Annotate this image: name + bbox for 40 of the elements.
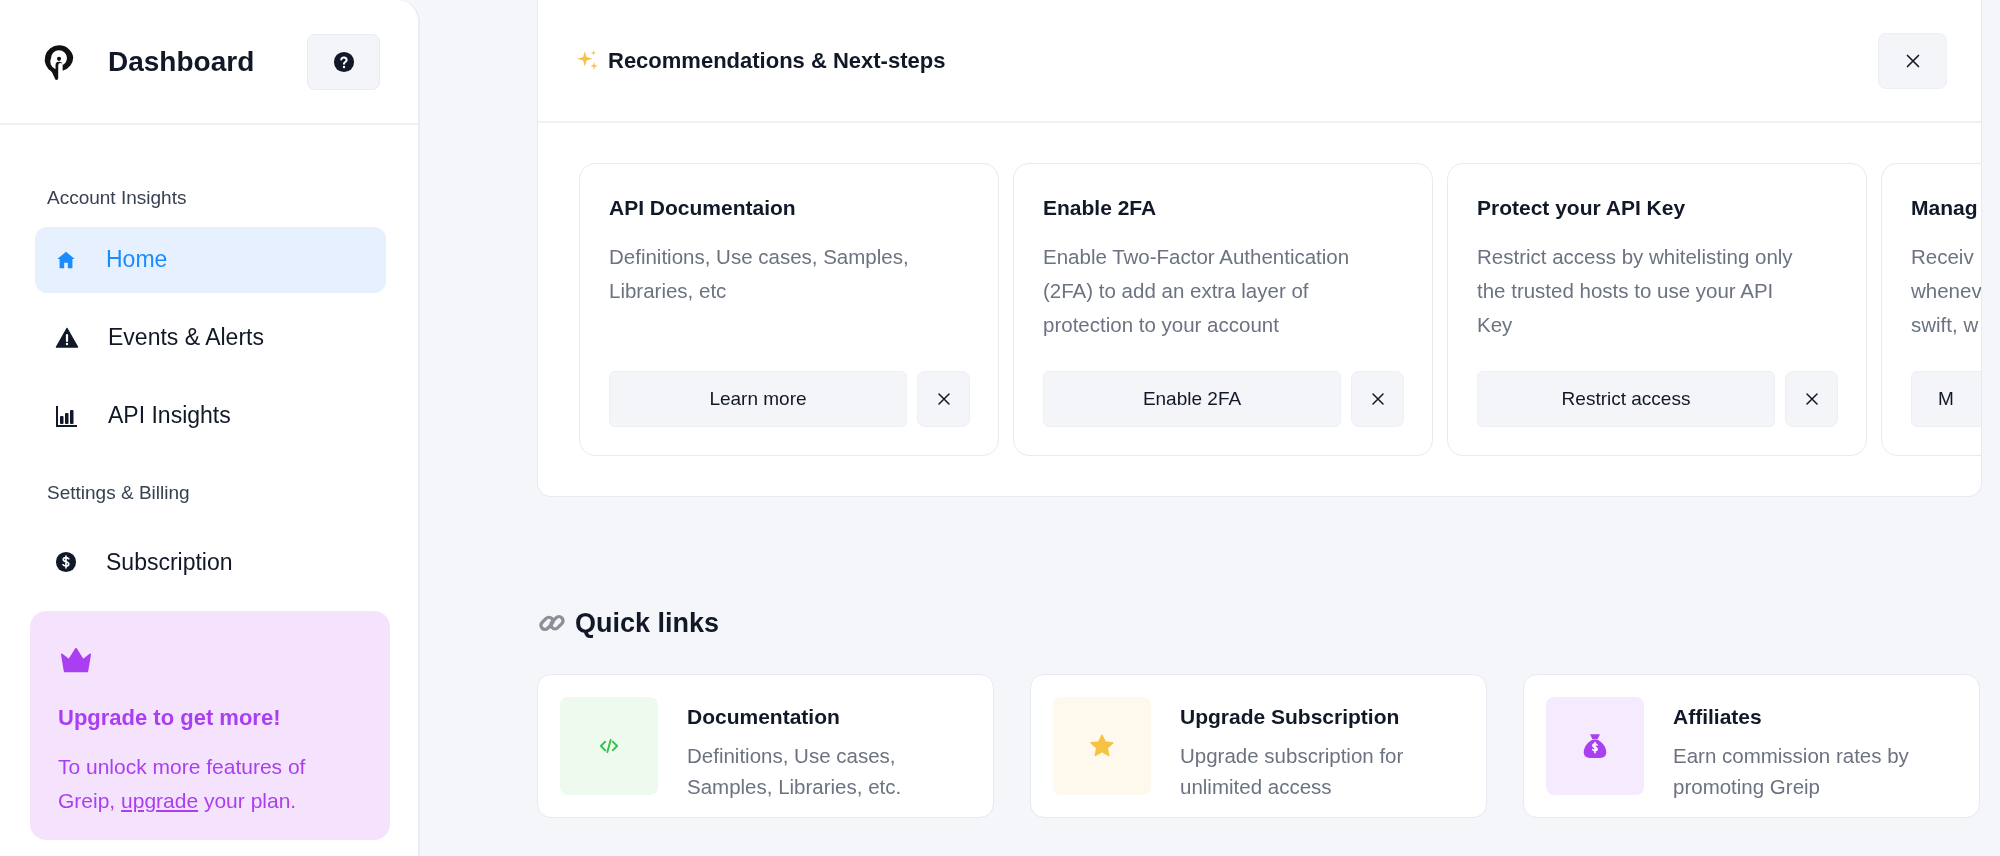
card-description: Enable Two-Factor Authentication (2FA) to add an extra layer of protection to your account <box>1043 243 1351 338</box>
sidebar-item[interactable]: API Insights <box>35 382 386 449</box>
action-button[interactable]: Restrict access <box>1477 371 1775 427</box>
help-button[interactable] <box>307 33 380 90</box>
card-description: Upgrade subscription for unlimited access <box>1180 743 1404 800</box>
app-title: Dashboard <box>108 44 255 79</box>
card-description: Earn commission rates by promoting Greip <box>1673 743 1909 800</box>
dollar-icon <box>55 551 77 573</box>
section-heading: Account Insights <box>46 186 188 210</box>
upgrade-link[interactable]: upgrade <box>121 789 199 812</box>
panel-title: Recommendations & Next-steps <box>608 47 946 75</box>
quick-link-card[interactable]: Upgrade Subscription Upgrade subscription for unlimited access <box>1030 673 1487 818</box>
quick-link-card[interactable]: Affiliates Earn commission rates by promoting Greip <box>1523 673 1980 818</box>
dismiss-button[interactable] <box>1351 371 1404 427</box>
card-description: Definitions, Use cases, Samples, Libraries, etc <box>609 243 910 304</box>
card-title: API Documentaion <box>609 195 797 221</box>
section-heading: Settings & Billing <box>46 480 191 505</box>
card-title: Affiliates <box>1673 703 1763 730</box>
sidebar-item[interactable]: Events & Alerts <box>35 304 386 371</box>
action-button[interactable]: Enable 2FA <box>1043 371 1341 427</box>
card-title: Documentation <box>687 703 841 730</box>
help-icon <box>332 50 355 73</box>
dismiss-button[interactable] <box>1785 371 1838 427</box>
sidebar-item[interactable]: Subscription <box>35 529 386 595</box>
card-title: Protect your API Key <box>1477 195 1687 221</box>
action-button[interactable]: Learn more <box>609 371 907 427</box>
upgrade-title: Upgrade to get more! <box>58 704 282 732</box>
card-title: Manag <box>1911 195 1979 221</box>
action-button[interactable]: M <box>1911 371 1981 427</box>
upgrade-text: To unlock more features of Greip, upgrade your plan. <box>58 754 307 814</box>
card-description: Restrict access by whitelisting only the trusted hosts to use your API Key <box>1477 243 1794 338</box>
dismiss-button[interactable] <box>917 371 970 427</box>
card-description: Definitions, Use cases, Samples, Libraries, etc. <box>687 743 902 800</box>
bar-chart-icon <box>55 403 79 428</box>
section-title: Quick links <box>575 607 720 640</box>
warning-icon <box>55 325 79 350</box>
quick-link-card[interactable]: Documentation Definitions, Use cases, Samples, Libraries, etc. <box>537 673 994 818</box>
card-title: Enable 2FA <box>1043 195 1158 221</box>
card-title: Upgrade Subscription <box>1180 703 1401 730</box>
card-description: Receiv whenev swift, w <box>1911 243 1981 338</box>
